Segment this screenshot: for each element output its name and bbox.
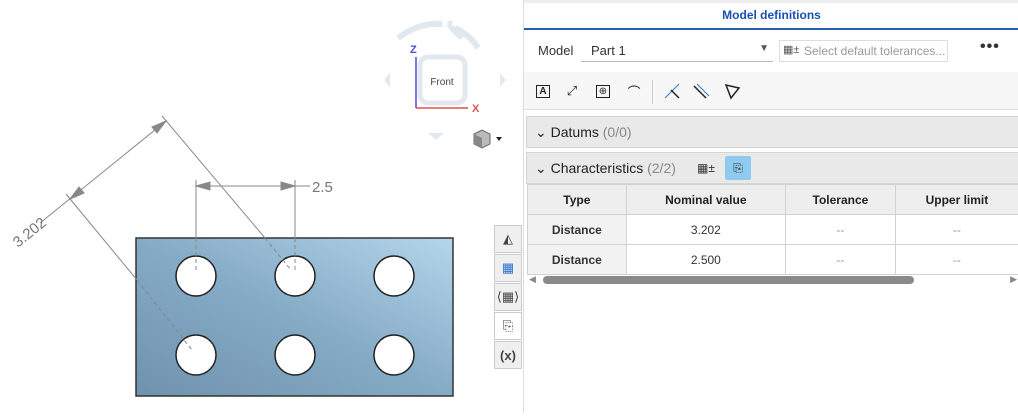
cell-upper-limit[interactable]: -- [895, 215, 1018, 245]
more-options-button[interactable]: ••• [980, 38, 1000, 56]
table-row[interactable]: Distance 3.202 -- -- [528, 215, 1018, 245]
profile-icon[interactable]: ⌒ [623, 80, 645, 102]
axis-x-label: X [472, 103, 480, 115]
view-cube[interactable]: Front Z X [384, 20, 506, 140]
model-definitions-icon[interactable]: ▦ [494, 254, 522, 282]
axis-z-label: Z [410, 44, 417, 56]
import-annotations-icon[interactable]: ⎘ [725, 156, 751, 180]
view-cube-face-label: Front [430, 77, 454, 88]
apply-tolerances-icon[interactable]: ▦± [693, 156, 719, 180]
datums-count: (0/0) [603, 124, 632, 140]
horizontal-scrollbar[interactable]: ◀ ▶ [527, 274, 1018, 286]
column-header-nominal[interactable]: Nominal value [626, 185, 785, 215]
annotations-icon[interactable]: ⎘ [494, 312, 522, 340]
pmi-icon[interactable]: ⟨▦⟩ [494, 283, 522, 311]
model-select[interactable]: Part 1 ▼ [581, 40, 773, 62]
scroll-right-icon[interactable]: ▶ [1010, 274, 1017, 285]
cell-nominal[interactable]: 3.202 [626, 215, 785, 245]
table-row[interactable]: Distance 2.500 -- -- [528, 245, 1018, 275]
definitions-toolbar: A ⤢ ⊕ ⌒ [524, 72, 1018, 110]
view-options-button[interactable] [474, 130, 502, 148]
scroll-left-icon[interactable]: ◀ [529, 274, 536, 285]
chevron-down-icon: ▼ [759, 43, 769, 54]
cell-type: Distance [528, 215, 627, 245]
characteristics-title: Characteristics [551, 160, 644, 176]
feature-control-frame-icon[interactable]: ⊕ [592, 80, 614, 102]
cell-tolerance[interactable]: -- [785, 245, 895, 275]
characteristics-table: Type Nominal value Tolerance Upper limit… [527, 184, 1018, 275]
cell-nominal[interactable]: 2.500 [626, 245, 785, 275]
model-value: Part 1 [591, 43, 626, 58]
tolerance-icon: ▦± [783, 43, 799, 56]
chevron-down-icon: ⌄ [535, 124, 551, 140]
cell-tolerance[interactable]: -- [785, 215, 895, 245]
cell-type: Distance [528, 245, 627, 275]
dimension-label-2-5: 2.5 [312, 179, 333, 196]
viewport-side-toolbar: ◭ ▦ ⟨▦⟩ ⎘ (x) [494, 225, 522, 370]
column-header-type[interactable]: Type [528, 185, 627, 215]
tolerance-placeholder: Select default tolerances... [804, 44, 945, 58]
scrollbar-thumb[interactable] [543, 276, 914, 284]
characteristics-section[interactable]: ⌄ Characteristics (2/2) ▦± ⎘ [526, 152, 1018, 184]
column-header-tolerance[interactable]: Tolerance [785, 185, 895, 215]
angle-icon[interactable] [721, 80, 743, 102]
panel-title: Model definitions [524, 8, 1018, 30]
intersection-icon[interactable] [661, 80, 683, 102]
dimension-icon[interactable]: ⤢ [561, 80, 583, 102]
drawing-canvas[interactable]: Front Z X 2.5 3.202 [0, 0, 522, 413]
datum-feature-icon[interactable]: A [532, 80, 554, 102]
model-definitions-panel: Model definitions Model Part 1 ▼ ▦± Select… [523, 0, 1018, 413]
parallel-icon[interactable] [690, 80, 712, 102]
3d-viewport[interactable]: Front Z X 2.5 3.202 ◭ ▦ ⟨▦⟩ ⎘ (x) [0, 0, 522, 413]
column-header-upper-limit[interactable]: Upper limit [895, 185, 1018, 215]
datums-title: Datums [551, 124, 599, 140]
chevron-down-icon: ⌄ [535, 160, 551, 176]
datums-section[interactable]: ⌄ Datums (0/0) [526, 116, 1018, 148]
default-tolerances-select[interactable]: ▦± Select default tolerances... [779, 40, 948, 62]
render-mode-icon[interactable]: ◭ [494, 225, 522, 253]
variables-icon[interactable]: (x) [494, 341, 522, 369]
cell-upper-limit[interactable]: -- [895, 245, 1018, 275]
model-label: Model [538, 43, 573, 58]
characteristics-count: (2/2) [647, 160, 676, 176]
